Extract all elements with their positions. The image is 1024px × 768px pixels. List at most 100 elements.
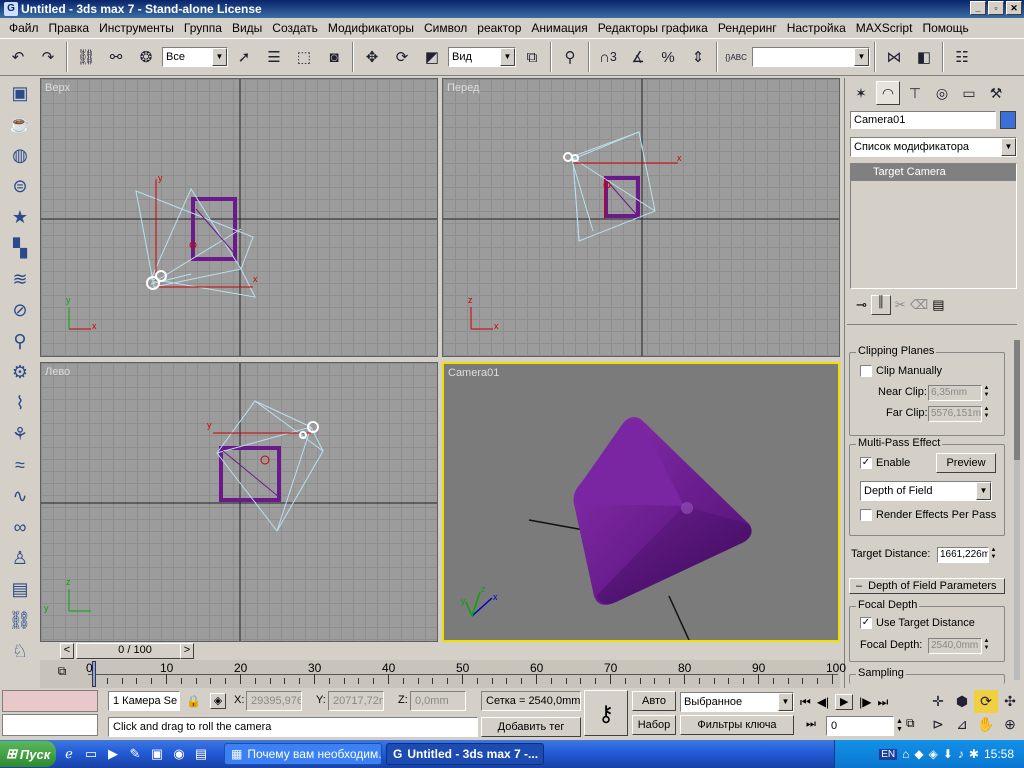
near-clip-spinner[interactable]: 6,35mm ▲ ▼ xyxy=(928,385,991,401)
viewport-left[interactable]: Лево y z y xyxy=(40,362,438,642)
named-selection-dropdown[interactable]: ▼ xyxy=(752,47,870,67)
time-slider[interactable]: 0 / 100 < > xyxy=(40,643,840,659)
menu-modifiers[interactable]: Модификаторы xyxy=(323,21,419,35)
tv-icon[interactable]: ▤ xyxy=(192,745,210,763)
enable-checkbox[interactable]: ✓ Enable xyxy=(860,457,910,469)
select-link-icon[interactable]: ⛓ xyxy=(72,42,100,72)
absolute-mode-icon[interactable]: ◈ xyxy=(210,693,226,709)
dof-parameters-rollout[interactable]: – Depth of Field Parameters xyxy=(849,578,1005,594)
create-teapot-icon[interactable]: ☕ xyxy=(3,109,37,140)
save-icon[interactable]: ▣ xyxy=(148,745,166,763)
checkbox-checked[interactable]: ✓ xyxy=(860,617,872,629)
focal-depth-value[interactable]: 2540,0mm xyxy=(928,638,982,654)
create-knot-icon[interactable]: ∞ xyxy=(3,512,37,543)
show-end-result-icon[interactable]: ║ xyxy=(870,295,891,315)
pin-stack-icon[interactable]: ⊸ xyxy=(856,297,867,313)
object-name-field[interactable]: Camera01 xyxy=(850,111,996,129)
checkbox[interactable] xyxy=(860,365,872,377)
time-configuration-icon[interactable]: ⧉ xyxy=(906,716,915,731)
create-spring-icon[interactable]: ≋ xyxy=(3,264,37,295)
spinner-arrows-icon[interactable]: ▲ ▼ xyxy=(982,638,991,654)
set-key-icon[interactable]: ⚷ xyxy=(584,690,628,736)
time-slider-thumb[interactable]: 0 / 100 xyxy=(76,643,194,659)
track-bar[interactable]: ⧉ 0 10 20 30 40 50 60 70 80 90 100 xyxy=(40,660,846,688)
far-clip-spinner[interactable]: 5576,151mm ▲▼ xyxy=(928,406,991,422)
reference-coordinate-dropdown[interactable]: Вид ▼ xyxy=(448,47,516,67)
notepad-icon[interactable]: ✎ xyxy=(126,745,144,763)
create-wave-icon[interactable]: ≈ xyxy=(3,450,37,481)
minimize-button[interactable]: _ xyxy=(970,1,986,15)
pivot-center-icon[interactable]: ⧉ xyxy=(518,42,546,72)
object-color-swatch[interactable] xyxy=(1000,111,1016,129)
scrollbar-thumb[interactable] xyxy=(1014,340,1020,460)
maximize-viewport-icon[interactable]: ⊕ xyxy=(998,713,1022,736)
rectangular-selection-icon[interactable]: ⬚ xyxy=(290,42,318,72)
display-tab-icon[interactable]: ▭ xyxy=(957,81,981,105)
rotate-icon[interactable]: ⟳ xyxy=(388,42,416,72)
align-icon[interactable]: ◧ xyxy=(910,42,938,72)
language-indicator[interactable]: EN xyxy=(879,748,898,760)
spinner-snap-icon[interactable]: ⇕ xyxy=(684,42,712,72)
motion-tab-icon[interactable]: ◎ xyxy=(930,81,954,105)
undo-icon[interactable]: ↶ xyxy=(4,42,32,72)
scale-icon[interactable]: ◩ xyxy=(418,42,446,72)
remove-modifier-icon[interactable]: ⌫ xyxy=(910,297,928,313)
make-unique-icon[interactable]: ✂ xyxy=(895,297,906,313)
key-mode-toggle-icon[interactable]: ⏭ xyxy=(806,718,816,731)
truck-icon[interactable]: ⊿ xyxy=(950,713,974,736)
x-coord-field[interactable]: 29395,976 xyxy=(246,691,302,711)
spinner-arrows-icon[interactable]: ▲ ▼ xyxy=(982,385,991,401)
menu-views[interactable]: Виды xyxy=(227,21,267,35)
menu-tools[interactable]: Инструменты xyxy=(94,21,179,35)
near-clip-value[interactable]: 6,35mm xyxy=(928,385,982,401)
checkbox-checked[interactable]: ✓ xyxy=(860,457,872,469)
menu-customize[interactable]: Настройка xyxy=(782,21,851,35)
create-checker-icon[interactable]: ▚ xyxy=(3,233,37,264)
target-distance-value[interactable]: 1661,226mm xyxy=(937,547,989,563)
move-icon[interactable]: ✥ xyxy=(358,42,386,72)
create-tab-icon[interactable]: ✶ xyxy=(849,81,873,105)
field-of-view-icon[interactable]: ✣ xyxy=(998,690,1022,713)
menu-edit[interactable]: Правка xyxy=(44,21,95,35)
menu-group[interactable]: Группа xyxy=(179,21,227,35)
mirror-icon[interactable]: ⋈ xyxy=(880,42,908,72)
viewport-camera[interactable]: Camera01 z x y xyxy=(442,362,840,642)
hierarchy-tab-icon[interactable]: ⊤ xyxy=(903,81,927,105)
bug-icon[interactable]: ✱ xyxy=(969,747,979,761)
select-by-name-icon[interactable]: ☰ xyxy=(260,42,288,72)
desktop-icon[interactable]: ▭ xyxy=(82,745,100,763)
use-target-distance-checkbox[interactable]: ✓ Use Target Distance xyxy=(860,617,975,629)
create-tube-icon[interactable]: ⊘ xyxy=(3,295,37,326)
create-connect-icon[interactable]: ⛓ xyxy=(3,605,37,636)
auto-key-button[interactable]: Авто xyxy=(632,691,676,711)
create-box-icon[interactable]: ▣ xyxy=(3,78,37,109)
network-icon[interactable]: ⌂ xyxy=(902,747,909,761)
previous-key-icon[interactable]: ◀| xyxy=(817,695,829,709)
menu-help[interactable]: Помощь xyxy=(917,21,973,35)
select-manipulate-icon[interactable]: ⚲ xyxy=(556,42,584,72)
create-gear-icon[interactable]: ⚙ xyxy=(3,357,37,388)
orbit-icon[interactable]: ⟳ xyxy=(974,690,998,713)
menu-animation[interactable]: Анимация xyxy=(526,21,592,35)
close-button[interactable]: ✕ xyxy=(1006,1,1022,15)
preview-button[interactable]: Preview xyxy=(936,453,996,473)
open-mini-curve-editor-icon[interactable]: ⧉ xyxy=(48,664,76,682)
spinner-arrows-icon[interactable]: ▲ ▼ xyxy=(989,547,998,563)
viewport-front[interactable]: Перед x x z xyxy=(442,78,840,357)
create-figure-icon[interactable]: ♘ xyxy=(3,636,37,667)
focal-depth-spinner[interactable]: 2540,0mm ▲ ▼ xyxy=(928,638,991,654)
snap-toggle-icon[interactable]: ∩ 3 xyxy=(594,42,622,72)
start-button[interactable]: ⊞ Пуск xyxy=(0,741,56,767)
modifier-stack[interactable]: Target Camera xyxy=(850,163,1017,289)
previous-frame-button[interactable]: < xyxy=(60,643,74,659)
antivirus-icon[interactable]: ◆ xyxy=(914,747,923,761)
set-key-button[interactable]: Набор xyxy=(632,715,676,735)
z-coord-field[interactable]: 0,0mm xyxy=(410,691,466,711)
spinner-arrows-icon[interactable]: ▲ ▼ xyxy=(896,718,903,734)
checkbox[interactable] xyxy=(860,509,872,521)
spinner-arrows-icon[interactable]: ▲ ▼ xyxy=(982,406,991,422)
window-crossing-icon[interactable]: ◙ xyxy=(320,42,348,72)
bind-space-warp-icon[interactable]: ❂ xyxy=(132,42,160,72)
select-object-icon[interactable]: ➚ xyxy=(230,42,258,72)
menu-create[interactable]: Создать xyxy=(267,21,323,35)
